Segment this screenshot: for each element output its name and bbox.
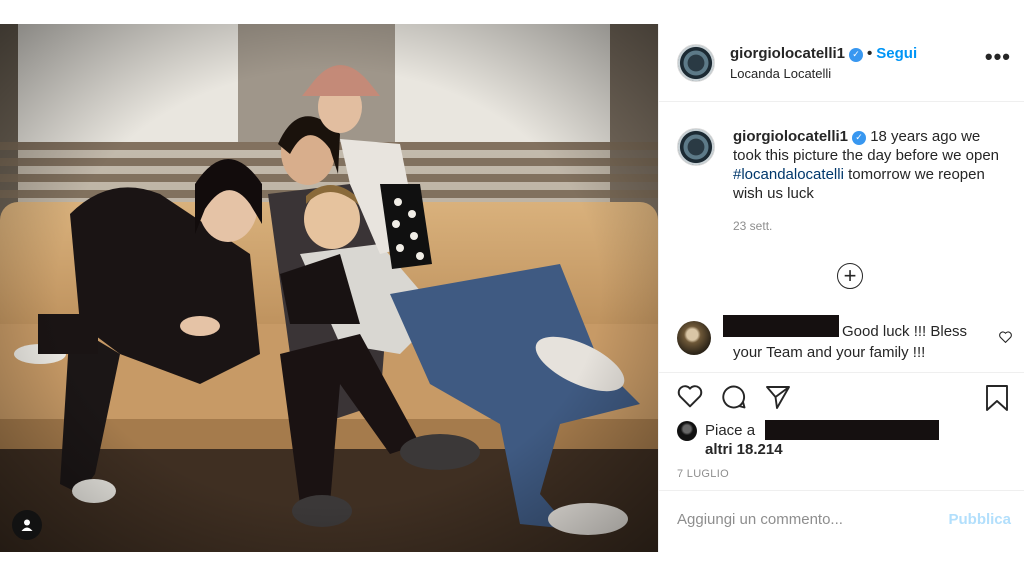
post-header: giorgiolocatelli1 ✓ • Segui Locanda Locatel… — [659, 24, 1024, 102]
redacted-commenter-name — [723, 315, 839, 337]
likes-others-count[interactable]: altri 18.214 — [705, 441, 783, 458]
comment-like-heart-icon[interactable] — [999, 330, 1012, 348]
follow-button[interactable]: Segui — [876, 45, 917, 62]
publish-button[interactable]: Pubblica — [948, 511, 1011, 528]
like-heart-icon[interactable] — [677, 384, 703, 413]
verified-badge-icon: ✓ — [849, 47, 864, 62]
load-more-comments-button[interactable]: + — [837, 263, 863, 289]
hashtag-link[interactable]: #locandalocatelli — [733, 166, 844, 183]
author-avatar[interactable] — [677, 44, 715, 82]
photo-image — [0, 24, 658, 552]
post-side-panel: giorgiolocatelli1 ✓ • Segui Locanda Locatel… — [658, 24, 1024, 552]
commenter-avatar[interactable] — [677, 321, 711, 355]
comment-input[interactable] — [677, 511, 927, 528]
plus-circle-icon: + — [843, 263, 857, 288]
caption-author-avatar[interactable] — [677, 128, 715, 166]
post-caption: giorgiolocatelli1 ✓ 18 years ago we took … — [733, 127, 1003, 203]
save-bookmark-icon[interactable] — [985, 384, 1009, 417]
caption-timestamp[interactable]: 23 sett. — [733, 219, 772, 233]
verified-badge-icon: ✓ — [852, 130, 867, 145]
post-date[interactable]: 7 LUGLIO — [677, 468, 729, 480]
add-comment-section: Pubblica — [659, 490, 1024, 552]
user-tag-icon[interactable] — [12, 510, 42, 540]
share-paper-plane-icon[interactable] — [765, 384, 791, 415]
likes-prefix: Piace a — [705, 422, 756, 439]
liker-avatar[interactable] — [677, 421, 697, 441]
redacted-liker-name — [765, 420, 939, 440]
caption-username[interactable]: giorgiolocatelli1 — [733, 128, 848, 145]
location-link[interactable]: Locanda Locatelli — [730, 66, 831, 81]
post-photo[interactable] — [0, 24, 658, 552]
more-horizontal-icon[interactable]: ••• — [985, 46, 1011, 68]
comment-bubble-icon[interactable] — [721, 384, 747, 415]
header-user-line: giorgiolocatelli1 ✓ • Segui — [730, 45, 917, 62]
author-username[interactable]: giorgiolocatelli1 — [730, 45, 845, 62]
separator-dot: • — [867, 45, 873, 62]
actions-divider — [659, 372, 1024, 373]
